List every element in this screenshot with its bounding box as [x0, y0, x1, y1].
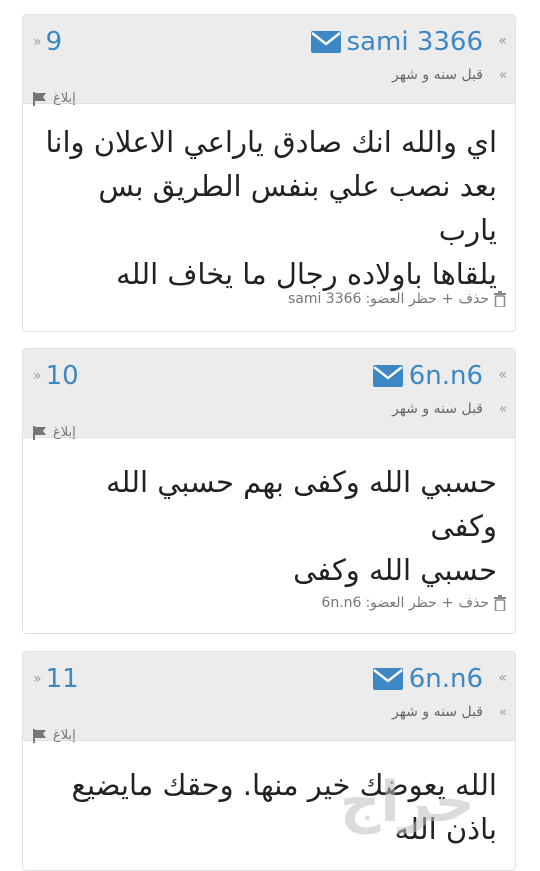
- separator: +: [441, 291, 454, 307]
- mail-icon: [310, 31, 341, 53]
- separator: +: [441, 595, 454, 611]
- content-line: باذن الله: [394, 812, 497, 846]
- chevron-icon: »: [33, 671, 42, 687]
- content-line: الله يعوضك خير منها. وحقك مايضيع: [71, 768, 497, 802]
- post-card: » 9 « sami 3366 « قبل سنه و شهر إبلاغ اي…: [22, 14, 516, 332]
- flag-icon: [33, 728, 46, 743]
- author-link[interactable]: 6n.n6: [372, 359, 483, 393]
- post-number-link[interactable]: » 10: [33, 359, 79, 393]
- author-link[interactable]: 6n.n6: [372, 662, 483, 696]
- chevron-icon: «: [499, 705, 507, 720]
- chevron-icon: »: [33, 368, 42, 384]
- chevron-icon: «: [498, 670, 507, 686]
- report-label: إبلاغ: [53, 91, 76, 106]
- content-line: يلقاها باولاده رجال ما يخاف الله: [116, 257, 497, 291]
- report-label: إبلاغ: [53, 728, 76, 743]
- post-card: » 10 « 6n.n6 « قبل سنه و شهر إبلاغ حسبي …: [22, 348, 516, 634]
- ban-user: sami 3366: [287, 291, 362, 307]
- post-header: » 11 « 6n.n6 « قبل سنه و شهر إبلاغ: [23, 652, 515, 743]
- author-name: 6n.n6: [408, 361, 483, 391]
- post-time: قبل سنه و شهر: [392, 704, 483, 720]
- post-number: 9: [45, 27, 63, 57]
- post-number-link[interactable]: » 9: [33, 25, 62, 59]
- post-content: اي والله انك صادق ياراعي الاعلان وانا بع…: [23, 104, 515, 296]
- delete-link[interactable]: حذف: [458, 595, 489, 611]
- content-line: حسبي الله وكفى بهم حسبي الله وكفى: [105, 465, 497, 543]
- post-number: 10: [45, 361, 79, 391]
- ban-link[interactable]: حظر العضو:: [365, 595, 436, 611]
- ban-link[interactable]: حظر العضو:: [365, 291, 436, 307]
- post-header: » 9 « sami 3366 « قبل سنه و شهر إبلاغ: [23, 15, 515, 106]
- content-line: اي والله انك صادق ياراعي الاعلان وانا: [45, 125, 497, 159]
- chevron-icon: «: [498, 367, 507, 383]
- report-button[interactable]: إبلاغ: [33, 91, 76, 106]
- author-name: 6n.n6: [408, 664, 483, 694]
- flag-icon: [33, 425, 46, 440]
- author-name: sami 3366: [346, 27, 483, 57]
- post-footer: حذف + حظر العضو: sami 3366: [288, 291, 507, 307]
- post-content: حسبي الله وكفى بهم حسبي الله وكفى حسبي ا…: [23, 438, 515, 592]
- post-number-link[interactable]: » 11: [33, 662, 79, 696]
- author-link[interactable]: sami 3366: [310, 25, 483, 59]
- chevron-icon: «: [499, 68, 507, 83]
- chevron-icon: »: [33, 34, 42, 50]
- trash-icon: [494, 291, 506, 307]
- trash-icon: [494, 595, 506, 611]
- ban-user: 6n.n6: [321, 595, 362, 611]
- report-button[interactable]: إبلاغ: [33, 425, 76, 440]
- chevron-icon: «: [499, 402, 507, 417]
- post-content: الله يعوضك خير منها. وحقك مايضيع باذن ال…: [23, 741, 515, 851]
- post-header: » 10 « 6n.n6 « قبل سنه و شهر إبلاغ: [23, 349, 515, 440]
- flag-icon: [33, 91, 46, 106]
- delete-link[interactable]: حذف: [458, 291, 489, 307]
- mail-icon: [372, 668, 403, 690]
- post-number: 11: [45, 664, 79, 694]
- post-time: قبل سنه و شهر: [392, 401, 483, 417]
- mail-icon: [372, 365, 403, 387]
- post-time: قبل سنه و شهر: [392, 67, 483, 83]
- post-footer: حذف + حظر العضو: 6n.n6: [321, 595, 507, 611]
- report-button[interactable]: إبلاغ: [33, 728, 76, 743]
- post-card: » 11 « 6n.n6 « قبل سنه و شهر إبلاغ الله …: [22, 651, 516, 871]
- content-line: بعد نصب علي بنفس الطريق بس يارب: [98, 169, 497, 247]
- content-line: حسبي الله وكفى: [293, 553, 497, 587]
- report-label: إبلاغ: [53, 425, 76, 440]
- chevron-icon: «: [498, 33, 507, 49]
